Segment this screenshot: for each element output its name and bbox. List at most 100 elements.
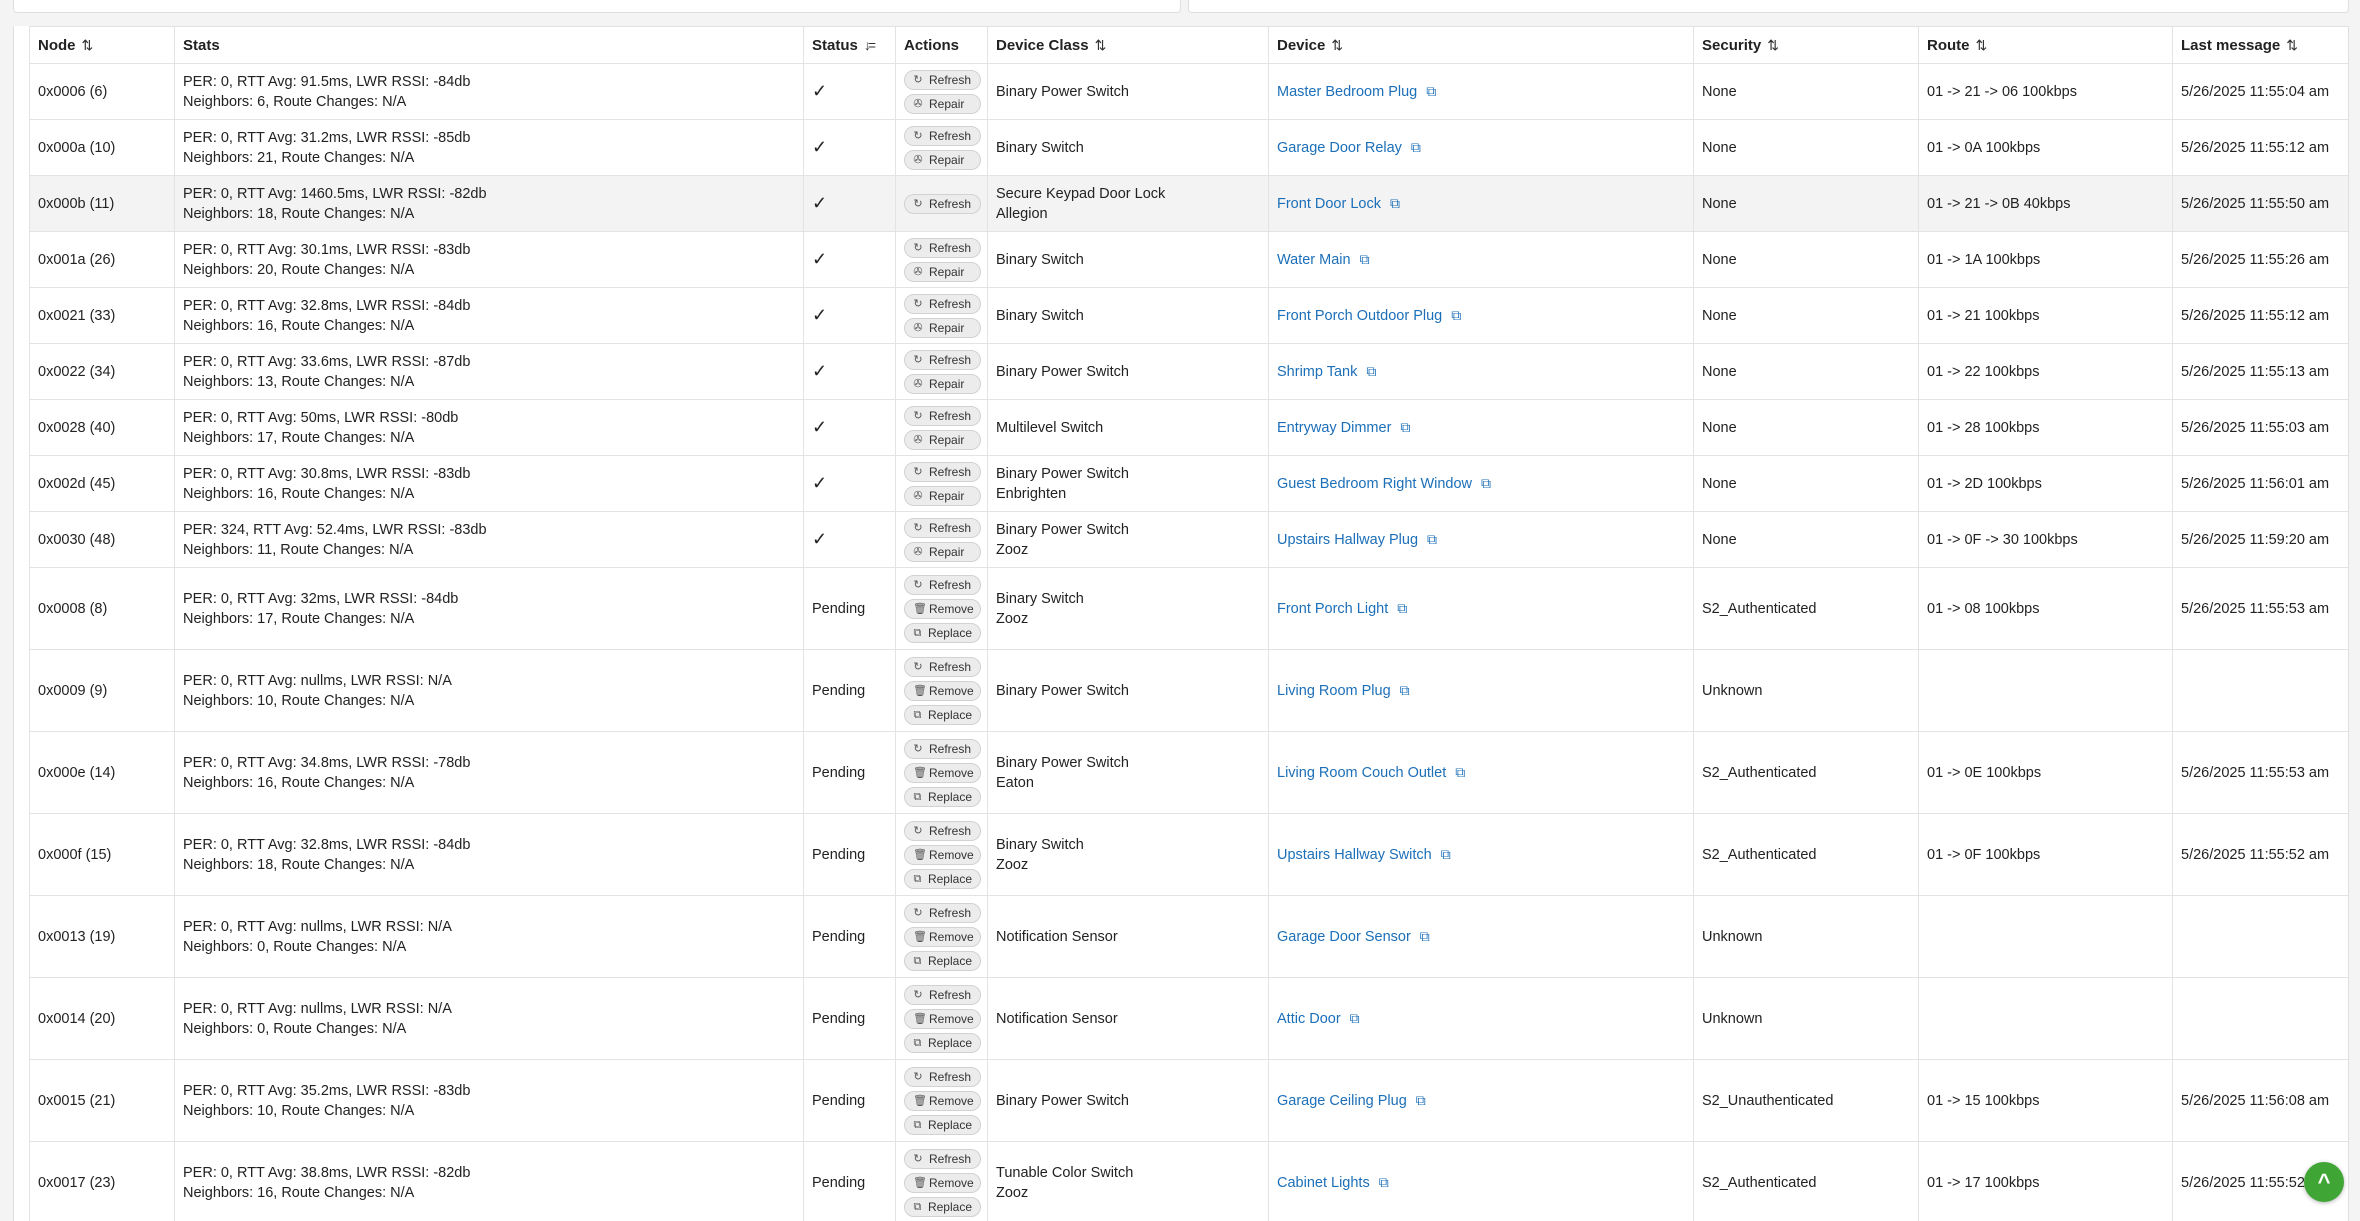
device-link[interactable]: Water Main — [1277, 252, 1351, 268]
external-link-icon[interactable]: ⧉ — [1420, 926, 1430, 946]
column-header-security[interactable]: Security ⇅ — [1693, 26, 1919, 64]
refresh-button[interactable]: ↻ Refresh — [904, 517, 981, 538]
repair-button[interactable]: ✇ Repair — [904, 261, 981, 282]
sort-icon[interactable]: ⇅ — [1331, 37, 1343, 53]
device-link[interactable]: Attic Door — [1277, 1011, 1341, 1027]
external-link-icon[interactable]: ⧉ — [1400, 417, 1410, 437]
remove-button[interactable]: 🗑 Remove — [904, 1172, 981, 1193]
external-link-icon[interactable]: ⧉ — [1441, 844, 1451, 864]
device-link[interactable]: Upstairs Hallway Plug — [1277, 532, 1418, 548]
refresh-button[interactable]: ↻ Refresh — [904, 125, 981, 146]
replace-button[interactable]: ⧉ Replace — [904, 704, 981, 725]
stats-line-2: Neighbors: 17, Route Changes: N/A — [183, 610, 415, 627]
sort-icon[interactable]: ⇅ — [2286, 37, 2298, 53]
status-value: ✓ — [812, 360, 828, 381]
refresh-button[interactable]: ↻ Refresh — [904, 405, 981, 426]
device-link[interactable]: Entryway Dimmer — [1277, 420, 1391, 436]
refresh-button[interactable]: ↻ Refresh — [904, 902, 981, 923]
refresh-icon: ↻ — [913, 906, 923, 919]
column-header-device-class[interactable]: Device Class ⇅ — [987, 26, 1269, 64]
sort-icon[interactable]: ⇅ — [1767, 37, 1779, 53]
device-link[interactable]: Garage Ceiling Plug — [1277, 1093, 1407, 1109]
replace-button[interactable]: ⧉ Replace — [904, 868, 981, 889]
refresh-button[interactable]: ↻ Refresh — [904, 461, 981, 482]
column-header-last-message[interactable]: Last message ⇅ — [2172, 26, 2348, 64]
device-link[interactable]: Shrimp Tank — [1277, 364, 1357, 380]
external-link-icon[interactable]: ⧉ — [1426, 81, 1436, 101]
external-link-icon[interactable]: ⧉ — [1411, 137, 1421, 157]
refresh-button[interactable]: ↻ Refresh — [904, 69, 981, 90]
external-link-icon[interactable]: ⧉ — [1427, 529, 1437, 549]
refresh-button[interactable]: ↻ Refresh — [904, 1148, 981, 1169]
device-link[interactable]: Master Bedroom Plug — [1277, 84, 1417, 100]
remove-button[interactable]: 🗑 Remove — [904, 1008, 981, 1029]
repair-button[interactable]: ✇ Repair — [904, 317, 981, 338]
sort-icon[interactable]: ⇅ — [1976, 37, 1988, 53]
refresh-button[interactable]: ↻ Refresh — [904, 738, 981, 759]
remove-button[interactable]: 🗑 Remove — [904, 844, 981, 865]
replace-button[interactable]: ⧉ Replace — [904, 622, 981, 643]
remove-button[interactable]: 🗑 Remove — [904, 680, 981, 701]
device-link[interactable]: Guest Bedroom Right Window — [1277, 476, 1472, 492]
external-link-icon[interactable]: ⧉ — [1455, 762, 1465, 782]
sort-icon[interactable]: ↓= — [864, 37, 876, 53]
repair-button[interactable]: ✇ Repair — [904, 93, 981, 114]
node-table-container[interactable]: Node ⇅ Stats Status ↓= Actions Device Class ⇅ De… — [13, 26, 2349, 1221]
refresh-button[interactable]: ↻ Refresh — [904, 574, 981, 595]
column-header-actions: Actions — [895, 26, 988, 64]
device-link[interactable]: Front Porch Outdoor Plug — [1277, 308, 1442, 324]
refresh-button[interactable]: ↻ Refresh — [904, 1066, 981, 1087]
device-link[interactable]: Upstairs Hallway Switch — [1277, 847, 1432, 863]
replace-button[interactable]: ⧉ Replace — [904, 1196, 981, 1217]
device-class-cell: Multilevel Switch — [987, 399, 1269, 456]
remove-button[interactable]: 🗑 Remove — [904, 598, 981, 619]
refresh-icon: ↻ — [913, 521, 923, 534]
scroll-top-button[interactable]: ^ — [2304, 1162, 2344, 1202]
column-header-device[interactable]: Device ⇅ — [1268, 26, 1694, 64]
column-header-node[interactable]: Node ⇅ — [29, 26, 175, 64]
device-link[interactable]: Front Door Lock — [1277, 196, 1381, 212]
external-link-icon[interactable]: ⧉ — [1366, 361, 1376, 381]
sort-icon[interactable]: ⇅ — [1095, 37, 1107, 53]
repair-button[interactable]: ✇ Repair — [904, 541, 981, 562]
device-link[interactable]: Living Room Couch Outlet — [1277, 765, 1446, 781]
remove-button[interactable]: 🗑 Remove — [904, 926, 981, 947]
replace-button[interactable]: ⧉ Replace — [904, 1032, 981, 1053]
replace-button[interactable]: ⧉ Replace — [904, 950, 981, 971]
external-link-icon[interactable]: ⧉ — [1481, 473, 1491, 493]
replace-button[interactable]: ⧉ Replace — [904, 1114, 981, 1135]
refresh-button[interactable]: ↻ Refresh — [904, 293, 981, 314]
replace-button[interactable]: ⧉ Replace — [904, 786, 981, 807]
refresh-button[interactable]: ↻ Refresh — [904, 984, 981, 1005]
external-link-icon[interactable]: ⧉ — [1416, 1090, 1426, 1110]
device-link[interactable]: Garage Door Relay — [1277, 140, 1402, 156]
repair-button[interactable]: ✇ Repair — [904, 149, 981, 170]
device-link[interactable]: Living Room Plug — [1277, 683, 1391, 699]
external-link-icon[interactable]: ⧉ — [1360, 249, 1370, 269]
external-link-icon[interactable]: ⧉ — [1397, 598, 1407, 618]
stats-line-2: Neighbors: 10, Route Changes: N/A — [183, 1102, 415, 1119]
remove-button[interactable]: 🗑 Remove — [904, 1090, 981, 1111]
external-link-icon[interactable]: ⧉ — [1451, 305, 1461, 325]
repair-button[interactable]: ✇ Repair — [904, 373, 981, 394]
refresh-button[interactable]: ↻ Refresh — [904, 820, 981, 841]
column-header-status[interactable]: Status ↓= — [803, 26, 896, 64]
sort-icon[interactable]: ⇅ — [82, 37, 94, 53]
device-link[interactable]: Cabinet Lights — [1277, 1175, 1370, 1191]
refresh-button[interactable]: ↻ Refresh — [904, 193, 981, 214]
stats-cell: PER: 0, RTT Avg: 50ms, LWR RSSI: -80db Ne… — [174, 399, 804, 456]
external-link-icon[interactable]: ⧉ — [1400, 680, 1410, 700]
external-link-icon[interactable]: ⧉ — [1379, 1172, 1389, 1192]
external-link-icon[interactable]: ⧉ — [1350, 1008, 1360, 1028]
device-link[interactable]: Front Porch Light — [1277, 601, 1388, 617]
column-header-route[interactable]: Route ⇅ — [1918, 26, 2173, 64]
external-link-icon[interactable]: ⧉ — [1390, 193, 1400, 213]
repair-button[interactable]: ✇ Repair — [904, 429, 981, 450]
refresh-button[interactable]: ↻ Refresh — [904, 237, 981, 258]
repair-button[interactable]: ✇ Repair — [904, 485, 981, 506]
refresh-button[interactable]: ↻ Refresh — [904, 656, 981, 677]
device-link[interactable]: Garage Door Sensor — [1277, 929, 1411, 945]
remove-button[interactable]: 🗑 Remove — [904, 762, 981, 783]
refresh-button[interactable]: ↻ Refresh — [904, 349, 981, 370]
status-cell: ✓ — [803, 343, 896, 400]
